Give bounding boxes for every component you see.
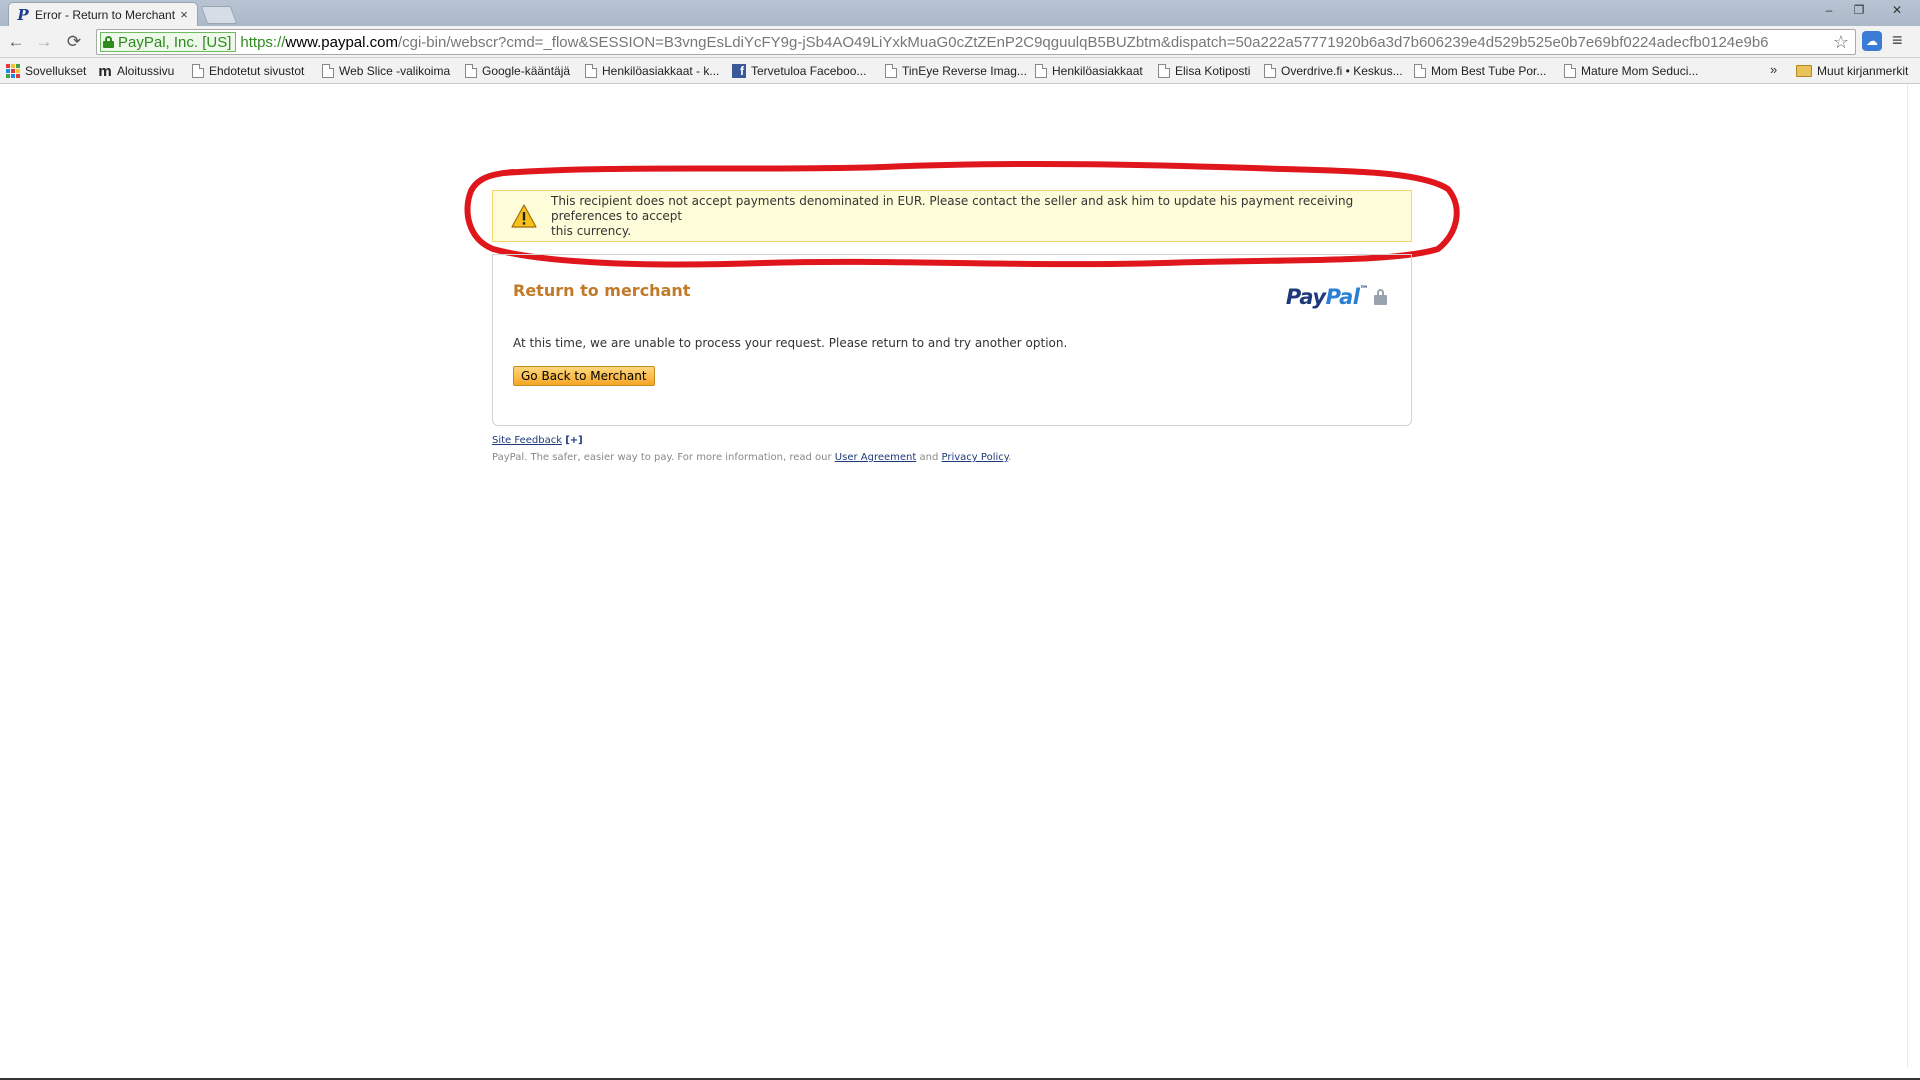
- address-bar[interactable]: PayPal, Inc. [US] https://www.paypal.com…: [96, 29, 1856, 55]
- bookmark-label: Mature Mom Seduci...: [1581, 64, 1699, 78]
- bookmarks-bar: Sovellukset m Aloitussivu Ehdotetut sivu…: [0, 58, 1920, 84]
- logo-trademark: ™: [1359, 285, 1369, 295]
- paypal-logo-text: PayPal™: [1285, 285, 1369, 309]
- footer-and: and: [919, 452, 939, 463]
- paypal-container: This recipient does not accept payments …: [464, 160, 1460, 466]
- page-icon: [1035, 64, 1047, 78]
- page-icon: [885, 64, 897, 78]
- bookmark-item[interactable]: Overdrive.fi • Keskus...: [1264, 62, 1403, 80]
- minimize-button[interactable]: –: [1814, 0, 1844, 20]
- bookmark-label: Elisa Kotiposti: [1175, 64, 1251, 78]
- close-window-button[interactable]: ✕: [1874, 0, 1920, 20]
- menu-icon[interactable]: ≡: [1892, 30, 1903, 51]
- page-icon: [1564, 64, 1576, 78]
- page-icon: [465, 64, 477, 78]
- return-panel: Return to merchant PayPal™ At this time,…: [492, 254, 1412, 426]
- bookmark-item[interactable]: Henkilöasiakkaat - k...: [585, 62, 719, 80]
- bookmark-item[interactable]: TinEye Reverse Imag...: [885, 62, 1027, 80]
- tab-close-icon[interactable]: ×: [177, 7, 191, 22]
- bookmarks-more-chevron-icon[interactable]: »: [1770, 62, 1777, 77]
- url-host: www.paypal.com: [285, 33, 398, 51]
- bookmark-item[interactable]: Google-kääntäjä: [465, 62, 570, 80]
- page-icon: [1158, 64, 1170, 78]
- footer: Site Feedback [+] PayPal. The safer, eas…: [492, 432, 1412, 466]
- url-scheme: https://: [240, 33, 286, 51]
- page-content: This recipient does not accept payments …: [0, 84, 1920, 1080]
- ev-certificate-badge[interactable]: PayPal, Inc. [US]: [100, 32, 237, 52]
- tab-active[interactable]: P Error - Return to Merchant ×: [8, 2, 198, 26]
- paypal-favicon-icon: P: [17, 5, 29, 24]
- user-agreement-link[interactable]: User Agreement: [835, 452, 917, 463]
- error-alert: This recipient does not accept payments …: [464, 160, 1460, 268]
- m-icon: m: [98, 62, 112, 80]
- padlock-icon: [1374, 289, 1387, 305]
- restore-button[interactable]: ❐: [1844, 0, 1874, 20]
- bookmark-item[interactable]: f Tervetuloa Faceboo...: [732, 62, 866, 80]
- new-tab-button[interactable]: [200, 6, 238, 24]
- ev-label: PayPal, Inc. [US]: [118, 33, 232, 51]
- logo-pal: Pal: [1325, 285, 1360, 309]
- panel-title: Return to merchant: [513, 281, 691, 300]
- alert-message: This recipient does not accept payments …: [551, 194, 1397, 239]
- bookmark-label: Henkilöasiakkaat - k...: [602, 64, 720, 78]
- back-button[interactable]: ←: [4, 30, 28, 54]
- apps-icon: [6, 64, 20, 78]
- bookmark-label: Ehdotetut sivustot: [209, 64, 305, 78]
- footer-period: .: [1008, 452, 1012, 463]
- facebook-icon: f: [732, 64, 746, 78]
- url-path: /cgi-bin/webscr?cmd=_flow&SESSION=B3vngE…: [397, 33, 1769, 51]
- reload-button[interactable]: ⟳: [62, 30, 86, 54]
- bookmark-label: Tervetuloa Faceboo...: [751, 64, 867, 78]
- bookmark-label: Google-kääntäjä: [482, 64, 571, 78]
- url-text: https://www.paypal.com/cgi-bin/webscr?cm…: [240, 34, 1768, 51]
- paypal-logo: PayPal™: [1286, 285, 1387, 309]
- privacy-policy-link[interactable]: Privacy Policy: [942, 452, 1009, 463]
- bookmark-label: Web Slice -valikoima: [339, 64, 451, 78]
- page-icon: [322, 64, 334, 78]
- bookmark-label: Henkilöasiakkaat: [1052, 64, 1143, 78]
- bookmark-star-icon[interactable]: ☆: [1833, 32, 1849, 53]
- go-back-to-merchant-button[interactable]: Go Back to Merchant: [513, 366, 655, 386]
- forward-button[interactable]: →: [32, 30, 56, 54]
- bookmark-item[interactable]: Mature Mom Seduci...: [1564, 62, 1698, 80]
- page-icon: [1414, 64, 1426, 78]
- bookmark-item[interactable]: Web Slice -valikoima: [322, 62, 450, 80]
- bookmark-label: Muut kirjanmerkit: [1817, 64, 1909, 78]
- panel-message: At this time, we are unable to process y…: [513, 336, 1068, 350]
- alert-line-1: This recipient does not accept payments …: [551, 193, 1354, 223]
- bookmark-label: Sovellukset: [25, 64, 87, 78]
- vertical-scrollbar[interactable]: [1907, 84, 1920, 1068]
- window-controls: – ❐ ✕: [1814, 0, 1920, 20]
- site-feedback-link[interactable]: Site Feedback: [492, 435, 562, 446]
- bookmark-other-folder[interactable]: Muut kirjanmerkit: [1796, 62, 1908, 80]
- page-icon: [192, 64, 204, 78]
- feedback-row: Site Feedback [+]: [492, 432, 1412, 449]
- bookmark-label: Mom Best Tube Por...: [1431, 64, 1547, 78]
- bookmark-item[interactable]: Elisa Kotiposti: [1158, 62, 1250, 80]
- browser-toolbar: ← → ⟳ PayPal, Inc. [US] https://www.payp…: [0, 26, 1920, 58]
- tab-title: Error - Return to Merchant: [35, 7, 176, 22]
- bookmark-item[interactable]: Ehdotetut sivustot: [192, 62, 304, 80]
- warning-icon: [511, 204, 537, 228]
- lock-icon: [103, 36, 114, 48]
- footer-tagline: PayPal. The safer, easier way to pay. Fo…: [492, 452, 832, 463]
- cloud-extension-icon[interactable]: ☁: [1862, 31, 1882, 51]
- title-bar: P Error - Return to Merchant × – ❐ ✕: [0, 0, 1920, 26]
- bookmark-item[interactable]: Henkilöasiakkaat: [1035, 62, 1143, 80]
- bookmark-item[interactable]: m Aloitussivu: [98, 62, 174, 80]
- bookmark-item[interactable]: Mom Best Tube Por...: [1414, 62, 1546, 80]
- bookmark-label: Overdrive.fi • Keskus...: [1281, 64, 1403, 78]
- logo-pay: Pay: [1285, 285, 1326, 309]
- folder-icon: [1796, 65, 1812, 77]
- alert-line-2: this currency.: [551, 223, 632, 238]
- footer-tagline-row: PayPal. The safer, easier way to pay. Fo…: [492, 449, 1412, 466]
- feedback-expand[interactable]: [+]: [565, 435, 583, 446]
- page-icon: [585, 64, 597, 78]
- bookmark-label: Aloitussivu: [117, 64, 175, 78]
- bookmark-apps[interactable]: Sovellukset: [6, 62, 86, 80]
- page-icon: [1264, 64, 1276, 78]
- bookmark-label: TinEye Reverse Imag...: [902, 64, 1027, 78]
